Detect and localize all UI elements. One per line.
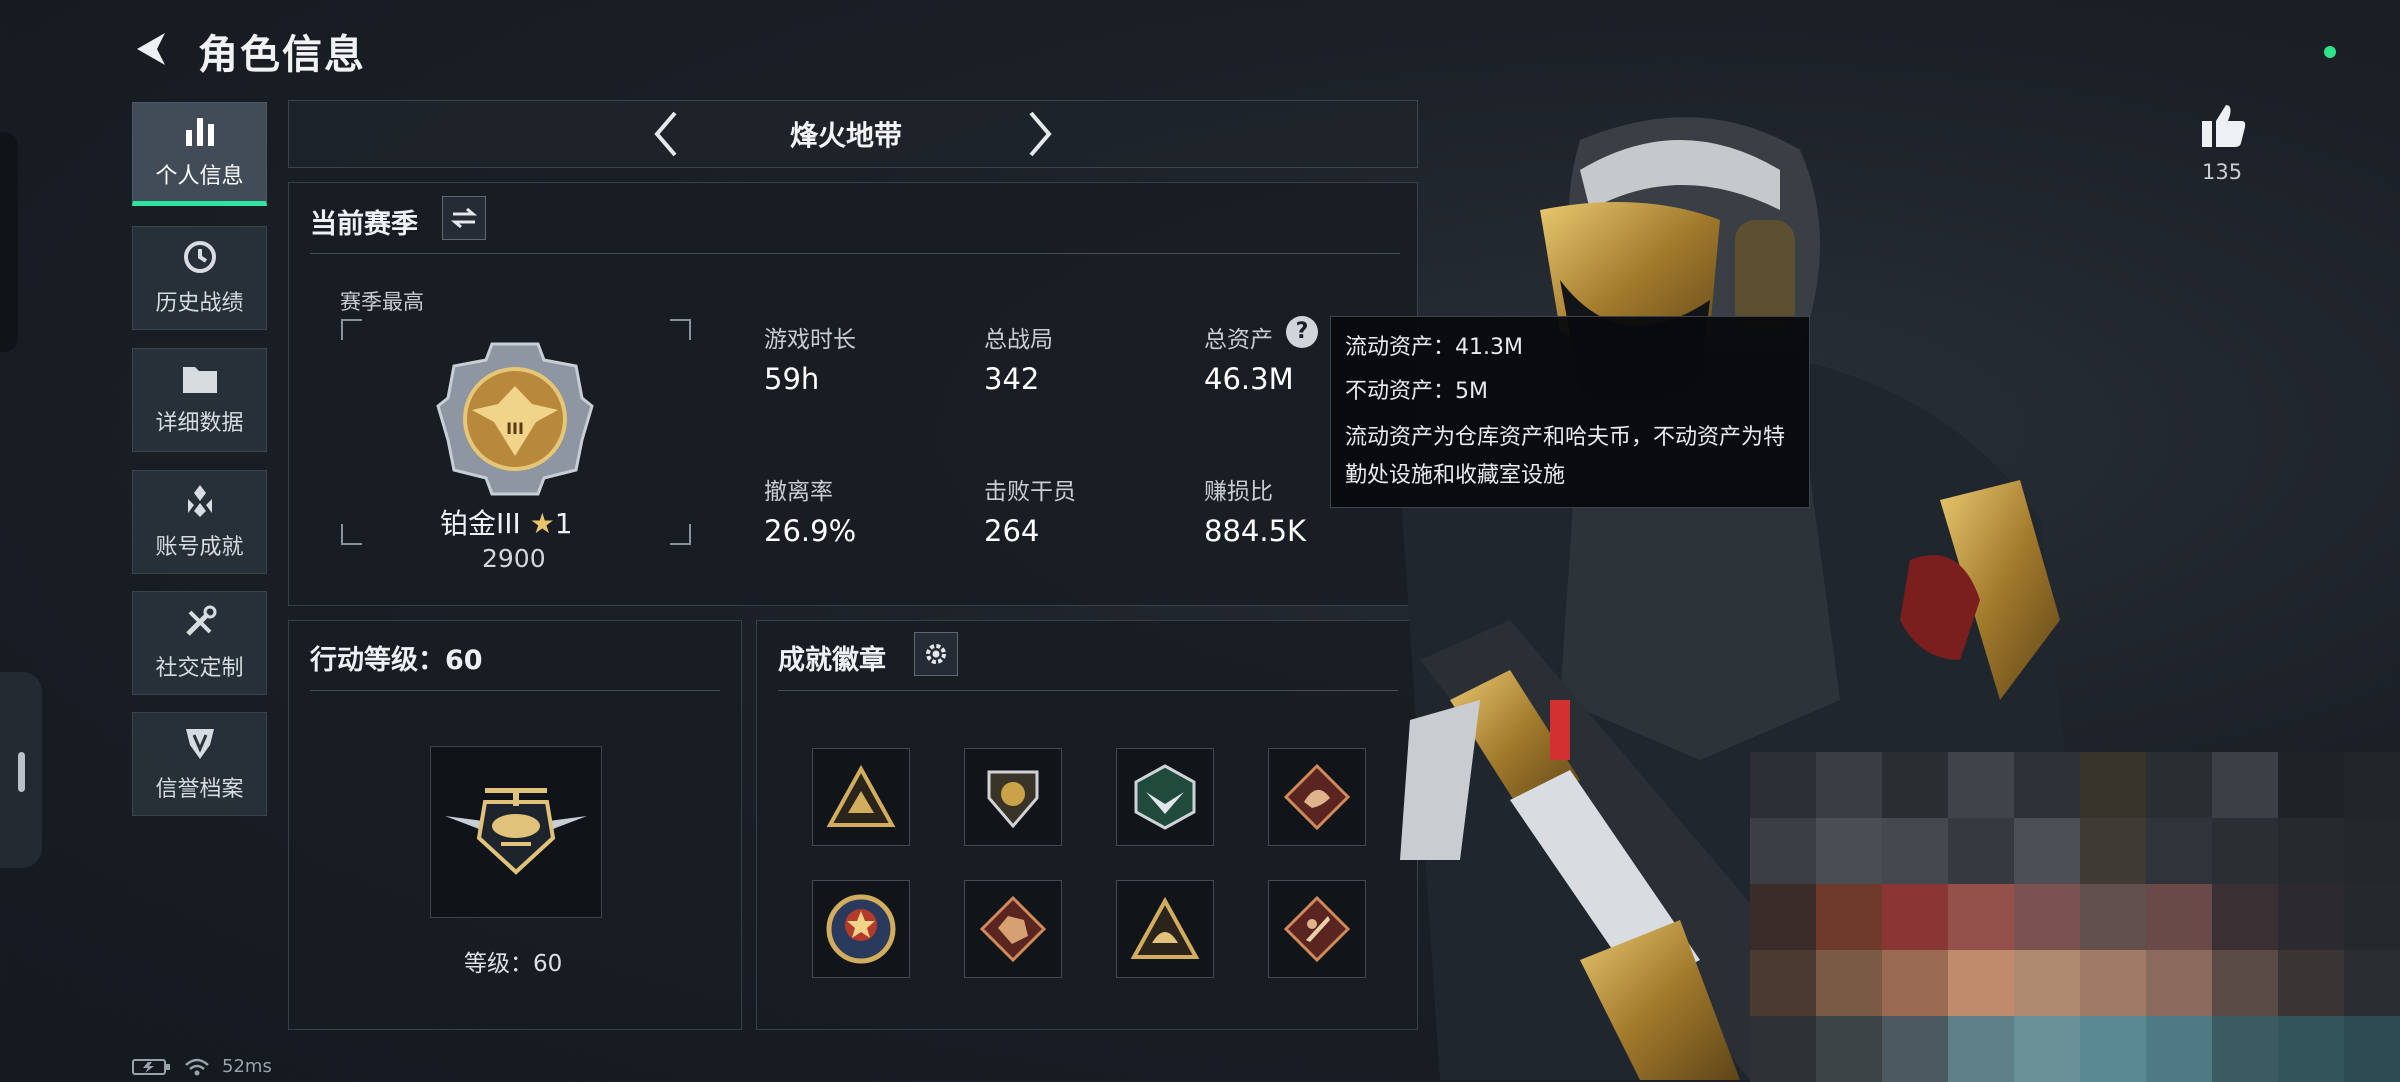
sidebar-item-social-custom[interactable]: 社交定制 <box>132 591 267 695</box>
swap-arrows-icon <box>451 207 477 229</box>
diamond-beast-icon <box>979 895 1047 963</box>
clock-history-icon <box>183 241 216 273</box>
badge-slot-5[interactable] <box>812 880 910 978</box>
back-button[interactable] <box>128 26 174 72</box>
rank-stars: 1 <box>554 507 573 540</box>
edge-panel-top <box>0 132 18 352</box>
rank-emblem-icon: III <box>436 342 594 496</box>
helicopter-emblem-icon <box>445 788 587 875</box>
pixelated-region <box>1750 752 2400 1082</box>
badge-slot-6[interactable] <box>964 880 1062 978</box>
chevron-right-icon <box>1029 111 1052 157</box>
badge-settings-button[interactable] <box>914 632 958 676</box>
edge-grip[interactable] <box>18 752 25 792</box>
sidebar-item-label: 社交定制 <box>155 656 244 681</box>
triangle-crest-icon <box>826 765 896 827</box>
battery-icon <box>132 1058 170 1075</box>
tools-icon <box>185 605 216 636</box>
online-status-dot <box>2324 46 2336 58</box>
action-level-title: 行动等级：60 <box>310 645 483 676</box>
stat-label-total-assets: 总资产 <box>1204 327 1273 353</box>
sidebar-item-label: 个人信息 <box>155 164 244 189</box>
sidebar-item-label: 信誉档案 <box>155 777 244 802</box>
folder-icon <box>182 367 217 393</box>
gear-icon <box>926 644 946 664</box>
bar-chart-icon <box>185 118 214 146</box>
stat-label-extraction-rate: 撤离率 <box>764 479 833 505</box>
tooltip-description: 流动资产为仓库资产和哈夫币，不动资产为特勤处设施和收藏室设施 <box>1345 425 1786 488</box>
rank-score: 2900 <box>482 544 546 573</box>
sidebar-item-label: 详细数据 <box>155 411 244 436</box>
badges-title: 成就徽章 <box>778 645 886 676</box>
round-star-emblem-icon <box>826 894 896 964</box>
stat-value-playtime: 59h <box>764 362 820 396</box>
chevron-left-icon <box>654 111 677 157</box>
sidebar-item-match-history[interactable]: 历史战绩 <box>132 226 267 330</box>
season-best-label: 赛季最高 <box>340 290 424 314</box>
stat-label-operators-defeated: 击败干员 <box>984 479 1076 505</box>
svg-text:III: III <box>506 419 524 438</box>
badge-slot-3[interactable] <box>1116 748 1214 846</box>
action-level-text: 等级：60 <box>464 951 563 977</box>
stat-value-total-matches: 342 <box>984 362 1040 396</box>
stat-value-operators-defeated: 264 <box>984 514 1040 548</box>
ping-label: 52ms <box>222 1056 272 1077</box>
status-bar: 52ms <box>132 1056 272 1077</box>
prev-mode-button[interactable] <box>648 108 684 160</box>
wifi-icon <box>185 1058 209 1075</box>
badge-slot-1[interactable] <box>812 748 910 846</box>
badge-slot-2[interactable] <box>964 748 1062 846</box>
badge-slot-7[interactable] <box>1116 880 1214 978</box>
sidebar-item-label: 账号成就 <box>155 535 244 560</box>
stat-label-total-matches: 总战局 <box>984 327 1053 353</box>
sidebar-item-personal-info[interactable]: 个人信息 <box>132 102 267 206</box>
assets-tooltip: 流动资产：41.3M 不动资产：5M 流动资产为仓库资产和哈夫币，不动资产为特勤… <box>1330 316 1810 508</box>
stat-label-playtime: 游戏时长 <box>764 327 856 353</box>
hexagon-bird-icon <box>1134 764 1196 830</box>
season-title: 当前赛季 <box>310 209 418 240</box>
action-level-emblem <box>430 746 602 918</box>
switch-season-button[interactable] <box>442 196 486 240</box>
sidebar-item-achievements[interactable]: 账号成就 <box>132 470 267 574</box>
rank-name: 铂金III <box>440 507 521 540</box>
star-icon: ★ <box>529 507 555 540</box>
rank-name-row: 铂金III ★1 <box>440 502 573 542</box>
tooltip-fixed-assets: 不动资产：5M <box>1345 379 1488 404</box>
like-count: 135 <box>2202 160 2243 184</box>
triangle-helmet-icon <box>1130 897 1200 959</box>
sidebar-item-label: 历史战绩 <box>155 291 244 316</box>
season-divider <box>310 253 1400 254</box>
action-level-divider <box>310 690 720 691</box>
next-mode-button[interactable] <box>1022 108 1058 160</box>
page-title: 角色信息 <box>198 32 366 78</box>
stat-label-profit-ratio: 赚损比 <box>1204 479 1273 505</box>
stat-value-extraction-rate: 26.9% <box>764 514 857 548</box>
shield-crest-icon <box>987 770 1039 829</box>
like-button[interactable] <box>2196 98 2252 154</box>
back-arrow-icon <box>137 33 165 65</box>
mode-label: 烽火地带 <box>790 119 903 152</box>
shield-badge-icon <box>185 729 214 759</box>
achievement-icon <box>187 485 212 517</box>
thumbs-up-icon <box>2202 105 2246 147</box>
tooltip-liquid-assets: 流动资产：41.3M <box>1345 335 1523 360</box>
sidebar-item-credit-record[interactable]: 信誉档案 <box>132 712 267 816</box>
sidebar-item-detailed-data[interactable]: 详细数据 <box>132 348 267 452</box>
